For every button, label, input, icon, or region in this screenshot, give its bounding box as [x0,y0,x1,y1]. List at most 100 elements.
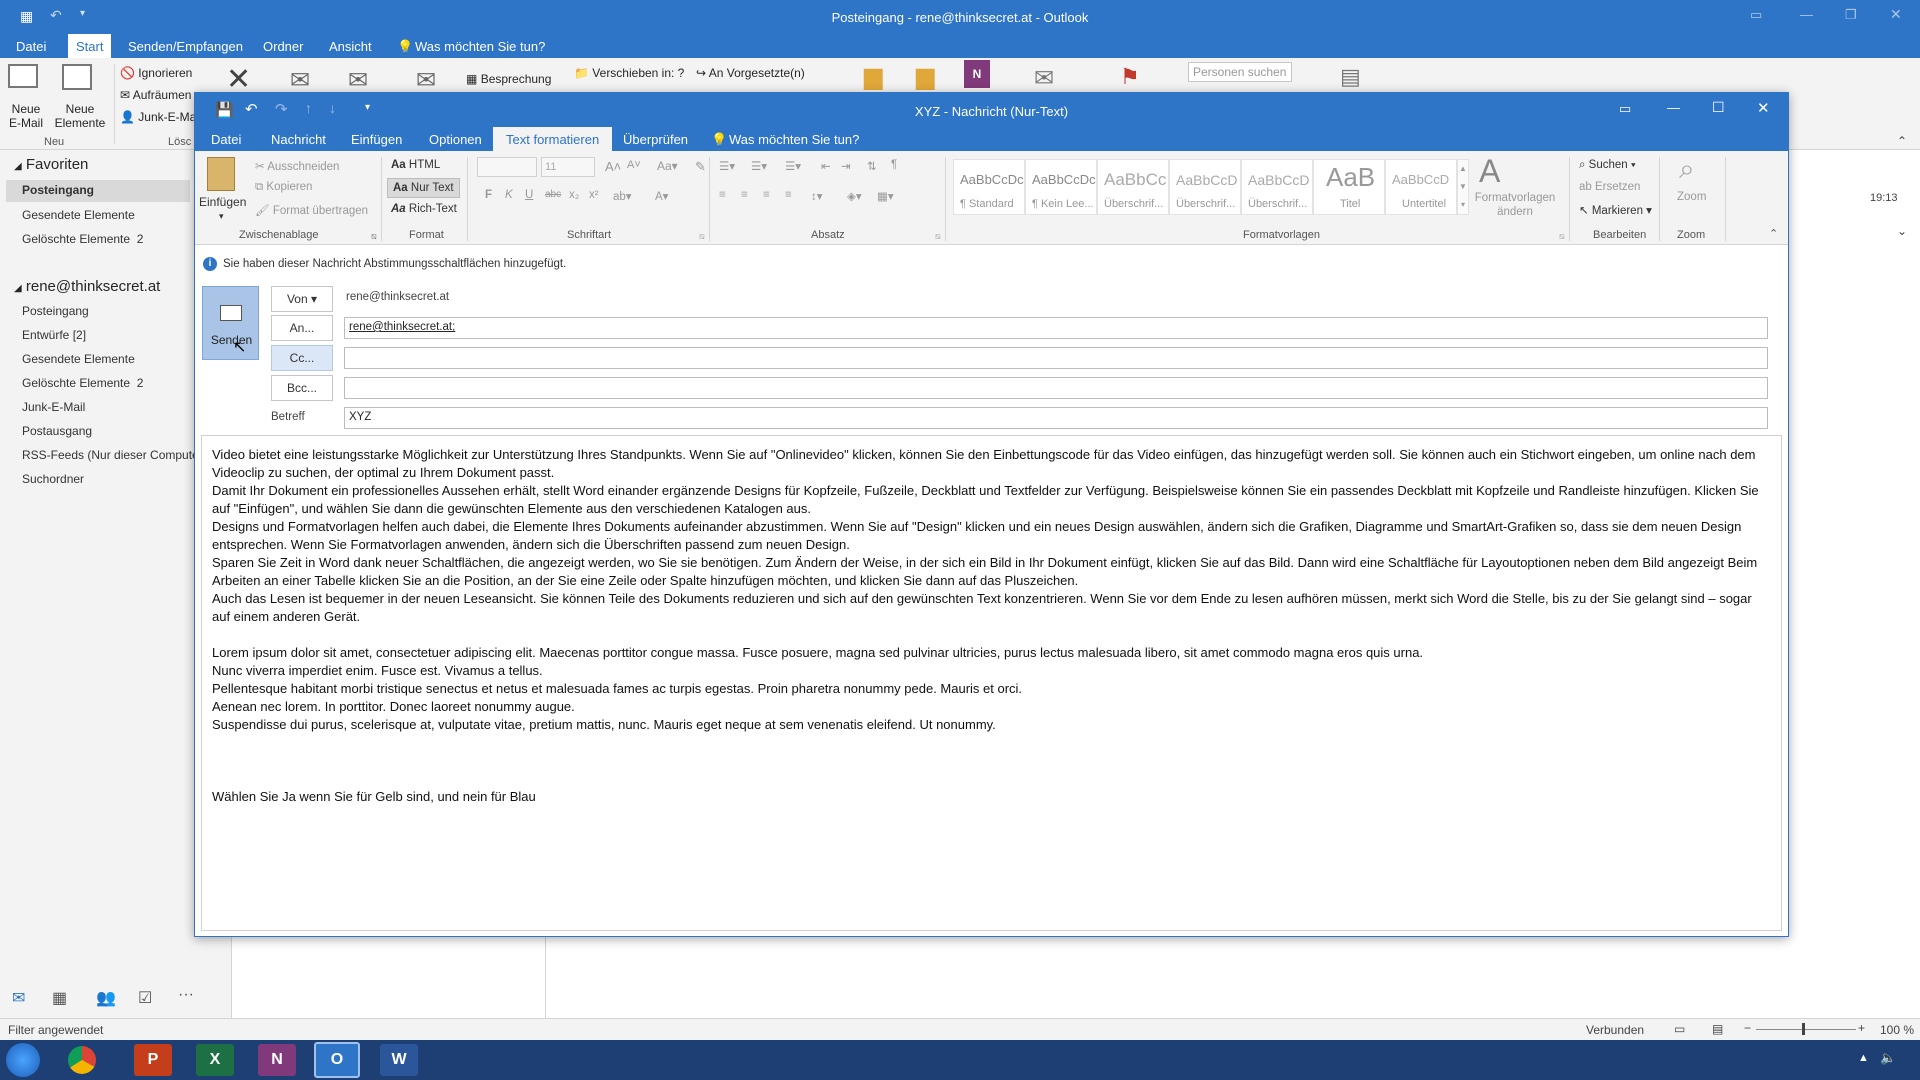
close-icon[interactable]: ✕ [1890,6,1902,23]
folder-item-gesendete[interactable]: Gesendete Elemente [22,208,135,222]
folder-item-posteingang[interactable]: Posteingang [6,180,190,202]
dialog-launcher-icon[interactable]: ⧅ [935,231,941,242]
strikethrough-icon[interactable]: abc [545,189,561,200]
borders-icon[interactable]: ▦▾ [877,189,894,203]
cleanup-button[interactable]: ✉ Aufräumen [120,88,191,102]
style-item[interactable]: AaBbCc Überschrif... [1097,159,1169,215]
tell-me-search[interactable]: Was möchten Sie tun? [415,39,545,54]
bcc-field[interactable] [344,377,1768,399]
dialog-launcher-icon[interactable]: ⧅ [1559,231,1565,242]
clear-format-icon[interactable]: ✎ [695,159,706,175]
style-item[interactable]: AaBbCcD Überschrif... [1169,159,1241,215]
folder-item-suchordner[interactable]: Suchordner [22,472,84,486]
minimize-icon[interactable]: — [1800,7,1813,22]
people-icon[interactable]: 👥 [96,988,116,1008]
calendar-icon[interactable]: ▦ [52,988,67,1008]
format-plaintext-button[interactable]: Aa Nur Text [387,178,460,198]
move-folder-icon[interactable]: ▆ [864,62,882,91]
maximize-icon[interactable]: ☐ [1712,99,1725,116]
find-button[interactable]: ⌕ Suchen ▾ [1579,159,1636,172]
justify-icon[interactable]: ≡ [785,189,792,201]
style-item[interactable]: AaBbCcDc ¶ Standard [953,159,1025,215]
onenote-icon[interactable]: N [964,60,990,88]
meeting-button[interactable]: ▦ Besprechung [466,72,551,86]
powerpoint-icon[interactable]: P [134,1044,172,1076]
close-icon[interactable]: ✕ [1757,99,1770,117]
move-to-button[interactable]: 📁 Verschieben in: ? [574,66,684,80]
reply-all-icon[interactable]: ✉ [348,66,368,95]
chevron-down-icon[interactable]: ⌄ [1897,224,1907,238]
paste-button[interactable]: Einfügen [199,195,246,209]
restore-icon[interactable]: ❐ [1845,7,1857,23]
style-item[interactable]: AaB Titel [1313,159,1385,215]
zoom-slider-thumb[interactable] [1802,1023,1805,1035]
reading-view-icon[interactable]: ▤ [1712,1022,1723,1036]
collapse-ribbon-icon[interactable]: ⌃ [1769,227,1778,240]
style-item[interactable]: AaBbCcDc ¶ Kein Lee... [1025,159,1097,215]
tray-arrow-icon[interactable]: ▲ [1858,1052,1869,1064]
superscript-icon[interactable]: x² [589,189,599,201]
mail-icon[interactable]: ✉ [12,988,25,1008]
more-icon[interactable]: ··· [178,986,194,1004]
bullets-icon[interactable]: ☰▾ [719,159,735,173]
line-spacing-icon[interactable]: ↕▾ [811,189,823,203]
subscript-icon[interactable]: x₂ [569,189,579,201]
zoom-out-icon[interactable]: − [1744,1021,1751,1035]
volume-icon[interactable]: 🔈 [1880,1050,1896,1066]
tab-nachricht[interactable]: Nachricht [271,132,326,147]
format-richtext-button[interactable]: Aa Rich-Text [391,203,457,215]
folder-item-rss[interactable]: RSS-Feeds (Nur dieser Computer) [22,448,207,462]
chrome-icon[interactable] [68,1046,96,1074]
tab-ueberpruefen[interactable]: Überprüfen [623,132,688,147]
people-search-input[interactable]: Personen suchen [1188,62,1292,82]
tab-text-formatieren[interactable]: Text formatieren [493,127,613,151]
dialog-launcher-icon[interactable]: ⧅ [371,231,377,242]
outlook-icon[interactable]: O [314,1042,360,1078]
reply-icon[interactable]: ✉ [290,66,310,95]
folder-item-junk[interactable]: Junk-E-Mail [22,400,85,414]
unread-read-icon[interactable]: ✉ [1034,64,1054,93]
format-html-button[interactable]: Aa HTML [391,159,440,171]
shading-icon[interactable]: ◈▾ [847,189,862,203]
font-color-icon[interactable]: A▾ [655,189,668,203]
multilevel-list-icon[interactable]: ☰▾ [785,159,801,173]
word-icon[interactable]: W [380,1044,418,1076]
minimize-icon[interactable]: — [1667,100,1680,115]
address-book-icon[interactable]: ▤ [1340,64,1361,90]
to-field[interactable]: rene@thinksecret.at; [344,317,1768,339]
tab-ansicht[interactable]: Ansicht [329,39,372,54]
dialog-launcher-icon[interactable]: ⧅ [699,231,705,242]
ignore-button[interactable]: 🚫 Ignorieren [120,66,192,80]
underline-icon[interactable]: U [525,189,533,201]
bold-icon[interactable]: F [485,189,492,201]
start-icon[interactable] [6,1043,40,1077]
folder-item-entwuerfe[interactable]: Entwürfe [2] [22,328,86,342]
text-effects-icon[interactable]: ab▾ [613,189,632,203]
send-button[interactable]: Senden ↖ [202,286,259,360]
favorites-header[interactable]: ◢ Favoriten [14,156,88,173]
format-painter-button[interactable]: 🖌 Format übertragen [255,203,368,217]
new-items-button[interactable]: Neue Elemente [54,102,106,130]
font-family-select[interactable] [477,157,537,177]
folder-item-gesendete[interactable]: Gesendete Elemente [22,352,135,366]
zoom-in-icon[interactable]: + [1858,1021,1865,1035]
from-button[interactable]: Von ▾ [271,286,333,312]
cut-button[interactable]: ✂ Ausschneiden [255,159,339,173]
numbering-icon[interactable]: ☰▾ [751,159,767,173]
account-header[interactable]: ◢ rene@thinksecret.at [14,278,160,295]
change-styles-button[interactable]: Formatvorlagen ändern [1471,191,1559,219]
folder-item-postausgang[interactable]: Postausgang [22,424,92,438]
increase-indent-icon[interactable]: ⇥ [841,159,851,173]
folder-item-posteingang[interactable]: Posteingang [22,304,89,318]
styles-scroll[interactable]: ▲ ▼ ▾ [1457,159,1469,215]
ribbon-display-icon[interactable]: ▭ [1750,7,1762,23]
font-size-select[interactable]: 11 [541,157,595,177]
follow-up-flag-icon[interactable]: ⚑ [1120,64,1140,90]
rules-icon[interactable]: ▆ [916,62,934,91]
to-button[interactable]: An... [271,315,333,341]
tab-einfuegen[interactable]: Einfügen [351,132,402,147]
chevron-up-icon[interactable]: ⌃ [1897,134,1907,148]
cc-field[interactable] [344,347,1768,369]
to-recipient[interactable]: rene@thinksecret.at; [349,321,455,333]
folder-item-geloeschte[interactable]: Gelöschte Elemente 2 [22,376,143,390]
